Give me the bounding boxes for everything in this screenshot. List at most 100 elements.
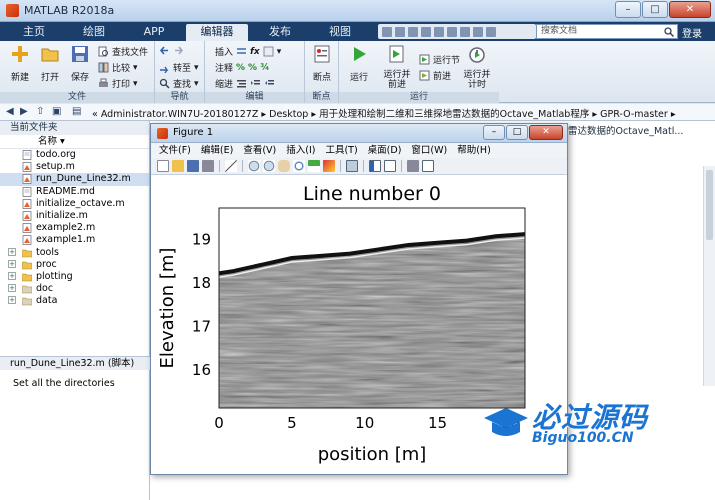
advance-button[interactable]: 前进 — [419, 69, 451, 82]
expand-toggle-icon[interactable]: + — [8, 271, 16, 280]
search-input[interactable]: 搜索文档 — [536, 24, 678, 39]
insert-dropdown-icon[interactable] — [263, 46, 274, 57]
tab-apps[interactable]: APP — [126, 24, 182, 41]
close-button[interactable]: ✕ — [669, 1, 711, 18]
pointer-icon[interactable] — [225, 160, 237, 172]
decrease-indent-icon[interactable] — [264, 78, 275, 89]
menu-view[interactable]: 查看(V) — [243, 143, 276, 158]
uncomment-percent-icon[interactable]: % — [248, 63, 257, 73]
open-file-icon[interactable] — [172, 160, 184, 172]
figure-close-button[interactable]: ✕ — [529, 125, 563, 140]
run-time-button[interactable]: 运行并 计时 — [461, 44, 493, 90]
maximize-button[interactable]: □ — [642, 1, 668, 18]
copy-quick-icon[interactable] — [408, 26, 418, 37]
menu-edit[interactable]: 编辑(E) — [201, 143, 233, 158]
link-plot-icon[interactable] — [346, 160, 358, 172]
file-list-item[interactable]: initialize_octave.m — [0, 198, 149, 210]
editor-scrollbar[interactable] — [703, 166, 715, 386]
save-figure-icon[interactable] — [187, 160, 199, 172]
file-list-item[interactable]: example1.m — [0, 234, 149, 246]
increase-indent-icon[interactable] — [250, 78, 261, 89]
cut-quick-icon[interactable] — [395, 26, 405, 37]
insert-button[interactable]: 插入 fx ▾ — [215, 45, 281, 58]
tab-home[interactable]: 主页 — [8, 24, 60, 41]
print-button[interactable]: 打印 ▾ — [98, 77, 138, 90]
browse-icon[interactable]: ▤ — [72, 106, 81, 117]
file-list-item[interactable]: run_Dune_Line32.m — [0, 173, 149, 186]
smart-indent-icon[interactable] — [236, 78, 247, 89]
expand-toggle-icon[interactable]: + — [8, 247, 16, 256]
new-figure-icon[interactable] — [157, 160, 169, 172]
menu-window[interactable]: 窗口(W) — [411, 143, 447, 158]
save-button[interactable]: 保存 — [66, 44, 94, 83]
goto-button[interactable]: 转至 ▾ — [159, 61, 199, 74]
run-button[interactable]: 运行 — [345, 44, 373, 83]
menu-desktop[interactable]: 桌面(D) — [368, 143, 402, 158]
zoom-in-icon[interactable] — [248, 160, 260, 172]
print-figure-icon[interactable] — [202, 160, 214, 172]
editor-tab-fragment[interactable]: 雷达数据的Octave_Matl... — [568, 123, 683, 137]
menu-tools[interactable]: 工具(T) — [325, 143, 357, 158]
file-list-item[interactable]: example2.m — [0, 222, 149, 234]
wrap-comment-icon[interactable]: ¾ — [260, 63, 269, 73]
redo-quick-icon[interactable] — [447, 26, 457, 37]
data-cursor-icon[interactable] — [308, 160, 320, 172]
login-link[interactable]: 登录 — [682, 25, 702, 40]
help-quick-icon[interactable] — [473, 26, 483, 37]
menu-help[interactable]: 帮助(H) — [457, 143, 491, 158]
back-nav-icon[interactable]: ◀ — [6, 106, 14, 117]
comment-button[interactable]: 注释 % % ¾ — [215, 61, 269, 75]
figure-minimize-button[interactable]: – — [483, 125, 505, 140]
legend-icon[interactable] — [384, 160, 396, 172]
search-icon[interactable] — [664, 27, 674, 37]
file-list-item[interactable]: + proc — [0, 259, 149, 271]
menu-insert[interactable]: 插入(I) — [286, 143, 315, 158]
find-files-button[interactable]: 查找文件 — [98, 45, 148, 58]
menu-file[interactable]: 文件(F) — [159, 143, 191, 158]
comment-percent-icon[interactable]: % — [236, 63, 245, 73]
tab-publish[interactable]: 发布 — [252, 24, 308, 41]
figure-maximize-button[interactable]: □ — [506, 125, 528, 140]
switch-window-quick-icon[interactable] — [460, 26, 470, 37]
show-tools-icon[interactable] — [422, 160, 434, 172]
tab-editor[interactable]: 编辑器 — [186, 24, 248, 41]
current-folder-path[interactable]: « Administrator.WIN7U-20180127Z ▸ Deskto… — [92, 106, 692, 120]
find-button[interactable]: 查找 ▾ — [159, 77, 199, 90]
tab-view[interactable]: 视图 — [312, 24, 368, 41]
minimize-button[interactable]: – — [615, 1, 641, 18]
expand-toggle-icon[interactable]: + — [8, 284, 16, 293]
file-list-item[interactable]: README.md — [0, 186, 149, 198]
brush-icon[interactable] — [323, 160, 335, 172]
indent-button[interactable]: 缩进 — [215, 77, 275, 90]
file-list-item[interactable]: todo.org — [0, 149, 149, 161]
colorbar-icon[interactable] — [369, 160, 381, 172]
scrollbar-thumb[interactable] — [706, 170, 713, 240]
tab-plots[interactable]: 绘图 — [66, 24, 122, 41]
breakpoints-button[interactable]: 断点 — [308, 44, 336, 83]
file-list-item[interactable]: + doc — [0, 283, 149, 295]
forward-nav-icon[interactable]: ▶ — [20, 106, 28, 117]
rotate-3d-icon[interactable] — [293, 160, 305, 172]
zoom-out-icon[interactable] — [263, 160, 275, 172]
dropdown-quick-icon[interactable] — [486, 26, 496, 37]
expand-toggle-icon[interactable]: + — [8, 259, 16, 268]
file-list-item[interactable]: initialize.m — [0, 210, 149, 222]
open-button[interactable]: 打开 — [36, 44, 64, 83]
save-quick-icon[interactable] — [382, 26, 392, 37]
name-column-header[interactable]: 名称 ▾ — [0, 135, 149, 149]
new-button[interactable]: 新建 — [6, 44, 34, 83]
file-list-item[interactable]: + data — [0, 295, 149, 307]
paste-quick-icon[interactable] — [421, 26, 431, 37]
run-advance-button[interactable]: 运行并 前进 — [381, 44, 413, 90]
folder-picker-icon[interactable]: ▣ — [52, 106, 61, 117]
hide-tools-icon[interactable] — [407, 160, 419, 172]
run-section-button[interactable]: 运行节 — [419, 53, 460, 66]
back-forward-buttons[interactable] — [159, 45, 184, 56]
file-list-item[interactable]: + tools — [0, 247, 149, 259]
undo-quick-icon[interactable] — [434, 26, 444, 37]
file-list-item[interactable]: setup.m — [0, 161, 149, 173]
pan-hand-icon[interactable] — [278, 160, 290, 172]
up-folder-icon[interactable]: ⇧ — [36, 106, 44, 117]
expand-toggle-icon[interactable]: + — [8, 296, 16, 305]
compare-button[interactable]: 比较 ▾ — [98, 61, 138, 74]
